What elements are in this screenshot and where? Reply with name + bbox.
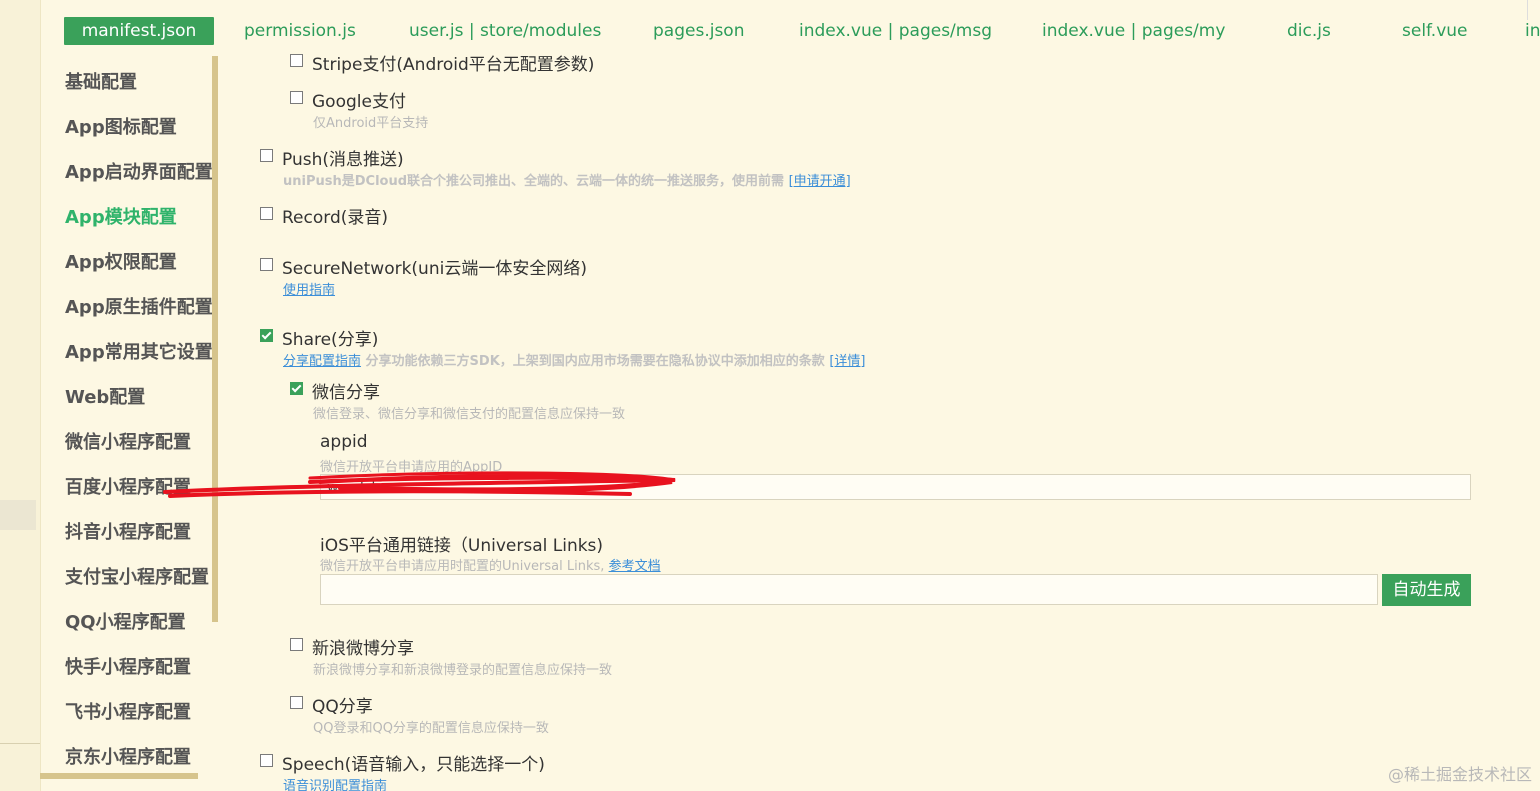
left-gutter — [0, 0, 41, 791]
tab-user-js[interactable]: user.js | store/modules — [409, 18, 601, 44]
universal-links-input[interactable] — [320, 574, 1378, 605]
speech-label: Speech(语音输入，只能选择一个) — [282, 755, 545, 775]
appid-desc: 微信开放平台申请应用的AppID — [320, 460, 503, 475]
tab-pages-json[interactable]: pages.json — [653, 18, 744, 44]
share-detail-link[interactable]: [详情] — [829, 354, 865, 369]
sidebar-item-app-modules[interactable]: App模块配置 — [65, 203, 177, 229]
tab-self-vue[interactable]: self.vue — [1402, 18, 1468, 44]
google-label: Google支付 — [312, 92, 406, 112]
speech-guide-row: 语音识别配置指南 — [283, 775, 387, 791]
sidebar-item-web[interactable]: Web配置 — [65, 383, 145, 409]
sidebar-item-lark-mp[interactable]: 飞书小程序配置 — [65, 698, 191, 724]
module-config-panel: Stripe支付(Android平台无配置参数) Google支付 仅Andro… — [220, 48, 1540, 791]
universal-links-desc: 微信开放平台申请应用时配置的Universal Links, — [320, 559, 605, 574]
speech-option[interactable]: Speech(语音输入，只能选择一个) — [260, 750, 545, 775]
sidebar-bottom-bar — [40, 773, 198, 779]
record-label: Record(录音) — [282, 208, 389, 228]
universal-links-label: iOS平台通用链接（Universal Links) — [320, 536, 604, 556]
push-option[interactable]: Push(消息推送) — [260, 145, 404, 170]
weibo-share-label: 新浪微博分享 — [312, 639, 414, 659]
google-checkbox[interactable] — [290, 91, 303, 104]
push-desc-row: uniPush是DCloud联合个推公司推出、全端的、云端一体的统一推送服务，使… — [283, 170, 851, 189]
qq-share-checkbox[interactable] — [290, 696, 303, 709]
qq-share-label: QQ分享 — [312, 697, 373, 717]
qq-share-option[interactable]: QQ分享 — [290, 692, 373, 717]
tab-permission-js[interactable]: permission.js — [244, 18, 356, 44]
sidebar-item-alipay-mp[interactable]: 支付宝小程序配置 — [65, 563, 209, 589]
sidebar-item-jd-mp[interactable]: 京东小程序配置 — [65, 743, 191, 769]
sidebar-item-app-icon[interactable]: App图标配置 — [65, 113, 177, 139]
stripe-option[interactable]: Stripe支付(Android平台无配置参数) — [290, 50, 594, 75]
secure-network-guide-row: 使用指南 — [283, 279, 335, 298]
window-divider — [1527, 0, 1528, 20]
share-guide-link[interactable]: 分享配置指南 — [283, 354, 361, 369]
sidebar-item-weixin-mp[interactable]: 微信小程序配置 — [65, 428, 191, 454]
wechat-share-label: 微信分享 — [312, 383, 380, 403]
share-label: Share(分享) — [282, 330, 379, 350]
tab-overflow[interactable]: in — [1525, 18, 1540, 44]
tab-manifest-json[interactable]: manifest.json — [64, 17, 214, 45]
push-checkbox[interactable] — [260, 149, 273, 162]
share-checkbox[interactable] — [260, 329, 273, 342]
sidebar-item-app-splash[interactable]: App启动界面配置 — [65, 158, 213, 184]
qq-share-desc: QQ登录和QQ分享的配置信息应保持一致 — [313, 721, 549, 736]
sidebar-item-toutiao-mp[interactable]: 抖音小程序配置 — [65, 518, 191, 544]
weibo-share-checkbox[interactable] — [290, 638, 303, 651]
editor-tab-bar: manifest.json permission.js user.js | st… — [40, 8, 1540, 48]
wechat-share-desc: 微信登录、微信分享和微信支付的配置信息应保持一致 — [313, 407, 626, 422]
auto-generate-button[interactable]: 自动生成 — [1382, 574, 1471, 606]
share-desc: 分享功能依赖三方SDK，上架到国内应用市场需要在隐私协议中添加相应的条款 — [365, 354, 825, 369]
wechat-share-checkbox[interactable] — [290, 382, 303, 395]
universal-links-doc-link[interactable]: 参考文档 — [609, 559, 661, 574]
push-label: Push(消息推送) — [282, 150, 404, 170]
share-option[interactable]: Share(分享) — [260, 325, 378, 350]
gutter-divider — [0, 743, 40, 744]
secure-network-label: SecureNetwork(uni云端一体安全网络) — [282, 259, 587, 279]
weibo-share-option[interactable]: 新浪微博分享 — [290, 634, 414, 659]
stripe-checkbox[interactable] — [290, 54, 303, 67]
tab-index-vue-msg[interactable]: index.vue | pages/msg — [799, 18, 992, 44]
weibo-share-desc: 新浪微博分享和新浪微博登录的配置信息应保持一致 — [313, 663, 613, 678]
secure-network-guide-link[interactable]: 使用指南 — [283, 283, 335, 298]
gutter-highlight — [0, 500, 36, 530]
sidebar-item-basic[interactable]: 基础配置 — [65, 68, 137, 94]
sidebar-item-app-other-settings[interactable]: App常用其它设置 — [65, 338, 213, 364]
push-desc: uniPush是DCloud联合个推公司推出、全端的、云端一体的统一推送服务，使… — [283, 174, 785, 189]
sidebar-item-app-native-plugins[interactable]: App原生插件配置 — [65, 293, 213, 319]
speech-guide-link[interactable]: 语音识别配置指南 — [283, 779, 387, 791]
appid-label: appid — [320, 432, 368, 452]
universal-links-desc-row: 微信开放平台申请应用时配置的Universal Links, 参考文档 — [320, 555, 661, 574]
sidebar-item-app-permissions[interactable]: App权限配置 — [65, 248, 177, 274]
tab-index-vue-my[interactable]: index.vue | pages/my — [1042, 18, 1225, 44]
record-option[interactable]: Record(录音) — [260, 203, 388, 228]
sidebar-item-baidu-mp[interactable]: 百度小程序配置 — [65, 473, 191, 499]
appid-input[interactable]: wxedcbe... — [320, 474, 1471, 500]
wechat-share-option[interactable]: 微信分享 — [290, 378, 380, 403]
config-sidebar: 基础配置 App图标配置 App启动界面配置 App模块配置 App权限配置 A… — [40, 56, 218, 791]
google-desc: 仅Android平台支持 — [313, 116, 429, 131]
push-apply-link[interactable]: [申请开通] — [789, 174, 851, 189]
sidebar-item-qq-mp[interactable]: QQ小程序配置 — [65, 608, 186, 634]
share-desc-row: 分享配置指南 分享功能依赖三方SDK，上架到国内应用市场需要在隐私协议中添加相应… — [283, 350, 865, 369]
record-checkbox[interactable] — [260, 207, 273, 220]
stripe-label: Stripe支付(Android平台无配置参数) — [312, 55, 595, 75]
speech-checkbox[interactable] — [260, 754, 273, 767]
tab-dic-js[interactable]: dic.js — [1287, 18, 1331, 44]
sidebar-scrollbar[interactable] — [212, 56, 218, 622]
google-option[interactable]: Google支付 — [290, 87, 406, 112]
watermark: @稀土掘金技术社区 — [1387, 765, 1532, 784]
sidebar-item-kuaishou-mp[interactable]: 快手小程序配置 — [65, 653, 191, 679]
secure-network-option[interactable]: SecureNetwork(uni云端一体安全网络) — [260, 254, 587, 279]
secure-network-checkbox[interactable] — [260, 258, 273, 271]
